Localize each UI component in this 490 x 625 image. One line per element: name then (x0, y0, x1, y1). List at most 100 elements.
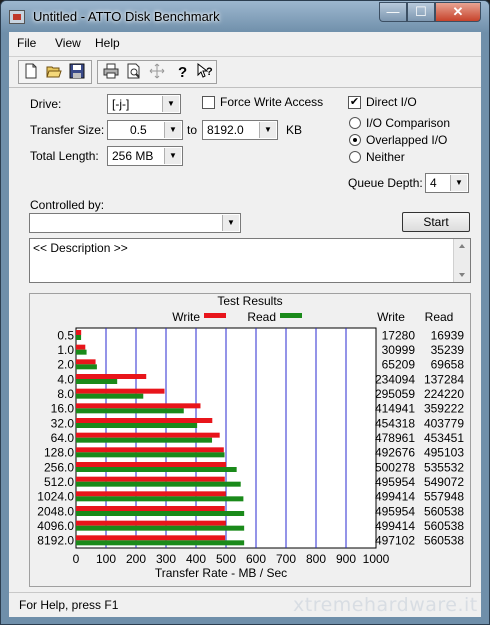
read-bar (76, 423, 198, 428)
io-comparison-label[interactable]: I/O Comparison (366, 116, 450, 130)
svg-text:?: ? (178, 64, 187, 79)
direct-io-label[interactable]: Direct I/O (366, 95, 417, 109)
description-scrollbar[interactable] (453, 239, 470, 282)
neither-label[interactable]: Neither (366, 150, 405, 164)
read-value: 359222 (424, 402, 464, 416)
print-icon[interactable] (101, 63, 121, 83)
read-bar (76, 379, 118, 384)
write-value: 499414 (375, 490, 415, 504)
test-results-panel: Test Results Write Read Write Read 0 100 2… (29, 293, 471, 587)
open-icon[interactable] (44, 63, 64, 83)
controlled-by-label: Controlled by: (30, 198, 105, 212)
read-bar (76, 481, 241, 487)
y-tick-label: 16.0 (51, 402, 75, 416)
description-text: << Description >> (33, 241, 128, 255)
read-value: 16939 (431, 328, 465, 342)
read-bar (76, 452, 225, 458)
write-value: 492676 (375, 446, 415, 460)
read-value: 535532 (424, 460, 464, 474)
read-bar (76, 540, 245, 546)
read-value: 403779 (424, 416, 464, 430)
title-bar[interactable]: Untitled - ATTO Disk Benchmark — ☐ ✕ (1, 1, 489, 33)
app-icon[interactable] (9, 10, 25, 24)
read-value: 35239 (431, 343, 465, 357)
toolbar: ? ? (9, 56, 481, 88)
total-length-select[interactable]: 256 MB ▼ (107, 146, 183, 166)
write-bar (76, 432, 220, 438)
read-bar (76, 349, 87, 355)
overlapped-io-label[interactable]: Overlapped I/O (366, 133, 447, 147)
close-button[interactable]: ✕ (435, 2, 481, 22)
window-title: Untitled - ATTO Disk Benchmark (33, 9, 220, 24)
transfer-from-select[interactable]: 0.5 ▼ (107, 120, 183, 140)
y-tick-label: 8.0 (57, 387, 74, 401)
x-tick-label: 300 (156, 552, 176, 566)
drive-label: Drive: (30, 97, 62, 111)
minimize-button[interactable]: — (379, 2, 407, 22)
read-value: 560538 (424, 504, 464, 518)
y-tick-label: 64.0 (51, 431, 75, 445)
write-bar (76, 330, 82, 335)
save-icon[interactable] (67, 63, 87, 83)
transfer-unit-label: KB (286, 123, 303, 137)
description-textarea[interactable]: << Description >> (29, 238, 471, 283)
y-tick-label: 2048.0 (37, 504, 74, 518)
chevron-down-icon[interactable]: ▼ (164, 148, 181, 164)
write-bar (76, 418, 213, 423)
x-tick-label: 900 (336, 552, 356, 566)
chevron-down-icon[interactable]: ▼ (259, 122, 276, 138)
status-text: For Help, press F1 (19, 598, 119, 612)
queue-depth-value: 4 (430, 176, 437, 190)
write-value: 500278 (375, 460, 415, 474)
status-bar: For Help, press F1 xtremehardware.it (9, 592, 481, 617)
start-button[interactable]: Start (402, 212, 470, 232)
neither-radio[interactable] (349, 151, 361, 163)
chevron-down-icon[interactable]: ▼ (164, 122, 181, 138)
drive-select[interactable]: [-j-] ▼ (107, 94, 181, 114)
x-tick-label: 800 (306, 552, 326, 566)
direct-io-checkbox[interactable]: ✔ (348, 96, 361, 109)
menu-file[interactable]: File (17, 36, 36, 50)
client-area: File View Help ? ? Drive: [-j-] ▼ Force … (9, 32, 481, 617)
controlled-by-select[interactable]: ▼ (29, 213, 241, 233)
queue-depth-select[interactable]: 4 ▼ (425, 173, 469, 193)
overlapped-io-radio[interactable] (349, 134, 361, 146)
maximize-button[interactable]: ☐ (407, 2, 435, 22)
force-write-checkbox[interactable] (202, 96, 215, 109)
read-bar (76, 525, 245, 531)
write-bar (76, 535, 226, 541)
legend-write-swatch (204, 313, 226, 318)
transfer-to-select[interactable]: 8192.0 ▼ (202, 120, 278, 140)
watermark-text: xtremehardware.it (293, 594, 478, 616)
x-axis-label: Transfer Rate - MB / Sec (155, 566, 287, 580)
write-bar (76, 403, 201, 409)
io-comparison-radio[interactable] (349, 117, 361, 129)
x-tick-label: 700 (276, 552, 296, 566)
move-icon[interactable] (147, 63, 167, 83)
y-tick-label: 128.0 (44, 446, 74, 460)
transfer-to-value: 8192.0 (207, 123, 244, 137)
total-length-label: Total Length: (30, 149, 99, 163)
context-help-icon[interactable]: ? (195, 62, 215, 83)
y-tick-label: 8192.0 (37, 534, 74, 548)
menu-help[interactable]: Help (95, 36, 120, 50)
new-icon[interactable] (21, 63, 41, 83)
help-icon[interactable]: ? (172, 63, 192, 83)
transfer-from-value: 0.5 (130, 123, 147, 137)
toolbar-file-group (18, 60, 92, 84)
print-preview-icon[interactable] (124, 63, 144, 83)
chevron-down-icon[interactable]: ▼ (162, 96, 179, 112)
x-tick-label: 100 (96, 552, 116, 566)
chevron-down-icon[interactable]: ▼ (450, 175, 467, 191)
y-tick-label: 0.5 (57, 328, 74, 342)
legend-write-label: Write (172, 310, 200, 324)
read-value: 453451 (424, 431, 464, 445)
transfer-size-label: Transfer Size: (30, 123, 105, 137)
menu-view[interactable]: View (55, 36, 81, 50)
x-tick-label: 600 (246, 552, 266, 566)
write-bar (76, 374, 147, 379)
write-value: 30999 (382, 343, 416, 357)
x-tick-label: 500 (216, 552, 236, 566)
chevron-down-icon[interactable]: ▼ (222, 215, 239, 231)
force-write-label[interactable]: Force Write Access (220, 95, 323, 109)
